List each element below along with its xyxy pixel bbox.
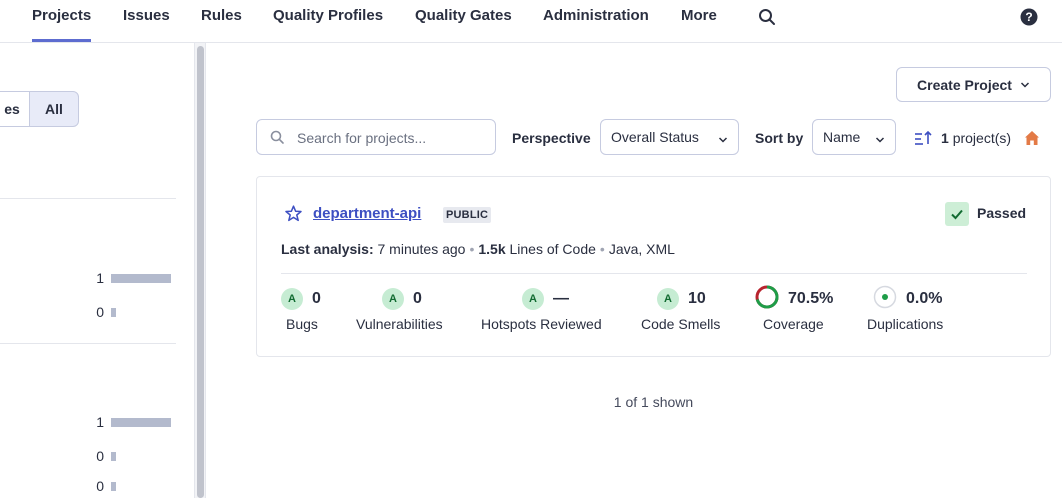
- metric-value: 0: [413, 290, 422, 307]
- search-input[interactable]: [297, 128, 487, 148]
- coverage-donut-icon: [755, 285, 779, 314]
- create-project-button[interactable]: Create Project: [896, 67, 1051, 102]
- metric-label: Vulnerabilities: [356, 316, 443, 332]
- metric-value: —: [553, 290, 569, 307]
- nav-more[interactable]: More: [681, 7, 717, 24]
- chevron-down-icon: [1020, 77, 1030, 93]
- facet-divider: [0, 343, 176, 344]
- facet-count: 0: [96, 304, 104, 320]
- rating-badge: A: [281, 288, 303, 310]
- perspective-label: Perspective: [512, 130, 591, 146]
- duplications-indicator-icon: [873, 285, 897, 314]
- project-name-link[interactable]: department-api: [313, 205, 421, 222]
- filter-toggle-all[interactable]: All: [29, 91, 79, 127]
- facet-option[interactable]: 0: [0, 304, 176, 320]
- perspective-value: Overall Status: [611, 129, 699, 145]
- metric-value: 70.5%: [788, 290, 834, 307]
- nav-rules[interactable]: Rules: [201, 7, 242, 24]
- nav-issues[interactable]: Issues: [123, 7, 170, 24]
- metric-label: Bugs: [286, 316, 318, 332]
- project-card: department-api PUBLIC Passed Last analys…: [256, 176, 1051, 357]
- filters-sidebar: es All 1 0 1 0 0: [0, 43, 194, 498]
- results-shown-count: 1 of 1 shown: [613, 394, 694, 410]
- sort-by-label: Sort by: [755, 130, 804, 146]
- search-icon: [270, 130, 285, 150]
- quality-gate-status: Passed: [977, 205, 1027, 221]
- sort-ascending-icon[interactable]: [914, 130, 932, 151]
- facet-count: 1: [96, 414, 104, 430]
- project-count: 1 project(s): [941, 130, 1012, 146]
- star-icon[interactable]: [285, 205, 302, 227]
- visibility-badge: PUBLIC: [443, 207, 492, 223]
- sort-select[interactable]: Name: [812, 119, 896, 155]
- nav-projects[interactable]: Projects: [32, 7, 91, 24]
- home-icon[interactable]: [1024, 130, 1040, 151]
- metric-label: Hotspots Reviewed: [481, 316, 602, 332]
- metric-value: 0: [312, 290, 321, 307]
- facet-option[interactable]: 0: [0, 478, 176, 494]
- help-icon[interactable]: ?: [1020, 8, 1038, 31]
- facet-bar: [111, 308, 116, 317]
- project-search[interactable]: [256, 119, 496, 155]
- search-icon[interactable]: [758, 8, 776, 31]
- perspective-select[interactable]: Overall Status: [600, 119, 739, 155]
- sort-value: Name: [823, 129, 861, 145]
- facet-bar: [111, 482, 116, 491]
- facet-option[interactable]: 0: [0, 448, 176, 464]
- nav-quality-profiles[interactable]: Quality Profiles: [273, 7, 383, 24]
- rating-badge: A: [657, 288, 679, 310]
- svg-text:?: ?: [1025, 10, 1032, 24]
- project-meta: Last analysis: 7 minutes ago • 1.5k Lines …: [281, 241, 675, 257]
- metric-label: Duplications: [867, 316, 944, 332]
- create-project-label: Create Project: [917, 76, 1012, 93]
- facet-divider: [0, 198, 176, 199]
- facet-count: 0: [96, 478, 104, 494]
- card-divider: [281, 273, 1027, 274]
- facet-count: 0: [96, 448, 104, 464]
- nav-quality-gates[interactable]: Quality Gates: [415, 7, 512, 24]
- top-navigation: Projects Issues Rules Quality Profiles Q…: [0, 0, 1062, 43]
- facet-bar: [111, 452, 116, 461]
- facet-option[interactable]: 1: [0, 270, 176, 286]
- active-tab-indicator: [32, 39, 91, 42]
- metric-value: 10: [688, 290, 706, 307]
- facet-bar: [111, 274, 171, 283]
- metric-value: 0.0%: [906, 290, 943, 307]
- metric-label: Code Smells: [641, 316, 721, 332]
- scrollbar-thumb[interactable]: [197, 46, 204, 498]
- facet-option[interactable]: 1: [0, 414, 176, 430]
- chevron-down-icon: [718, 132, 728, 148]
- rating-badge: A: [522, 288, 544, 310]
- facet-bar: [111, 418, 171, 427]
- nav-administration[interactable]: Administration: [543, 7, 649, 24]
- facet-count: 1: [96, 270, 104, 286]
- metric-label: Coverage: [763, 316, 824, 332]
- check-icon: [945, 202, 969, 226]
- filter-toggle-favorites[interactable]: es: [0, 91, 29, 127]
- chevron-down-icon: [875, 132, 885, 148]
- rating-badge: A: [382, 288, 404, 310]
- sidebar-scrollbar[interactable]: [194, 43, 206, 498]
